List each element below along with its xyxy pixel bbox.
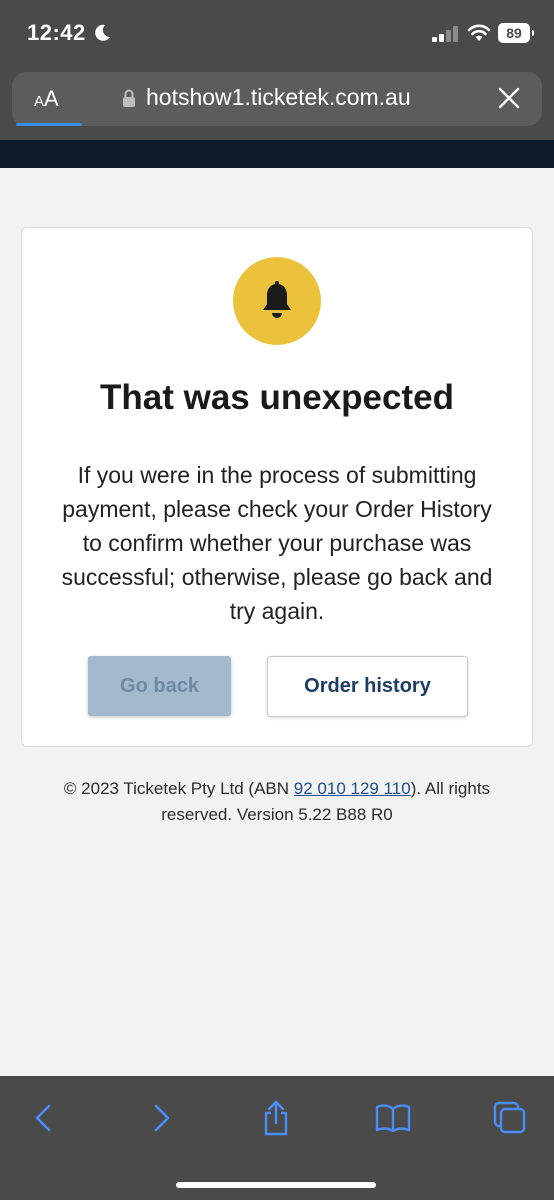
lock-icon: [123, 89, 135, 107]
bell-badge: [233, 257, 321, 345]
back-icon: [35, 1104, 51, 1132]
page-content: That was unexpected If you were in the p…: [0, 168, 554, 1076]
battery-indicator: 89: [498, 23, 534, 43]
url-text[interactable]: hotshow1.ticketek.com.au: [146, 84, 411, 111]
back-button[interactable]: [25, 1100, 61, 1136]
abn-link[interactable]: 92 010 129 110: [294, 779, 411, 798]
close-icon[interactable]: [498, 87, 520, 109]
error-card: That was unexpected If you were in the p…: [21, 227, 533, 747]
dialog-message: If you were in the process of submitting…: [61, 462, 493, 624]
order-history-button[interactable]: Order history: [267, 656, 468, 717]
page-load-progress: [16, 123, 82, 126]
browser-top-chrome: 12:42 89 AA hotshow1.ticketek.com.au: [0, 0, 554, 140]
bookmarks-button[interactable]: [375, 1100, 411, 1136]
status-bar: 12:42 89: [0, 0, 554, 70]
wifi-icon: [467, 24, 491, 41]
url-bar[interactable]: AA hotshow1.ticketek.com.au: [12, 72, 542, 126]
bookmarks-icon: [375, 1104, 411, 1133]
footer-copyright: © 2023 Ticketek Pty Ltd (ABN 92 010 129 …: [30, 776, 524, 828]
forward-icon: [154, 1104, 170, 1132]
tabs-button[interactable]: [492, 1100, 528, 1136]
share-button[interactable]: [258, 1100, 294, 1136]
moon-icon: [95, 24, 110, 41]
tabs-icon: [493, 1101, 526, 1134]
signal-icon: [432, 26, 458, 42]
screen: 12:42 89 AA hotshow1.ticketek.com.au Tha…: [0, 0, 554, 1200]
status-time: 12:42: [27, 20, 86, 45]
dialog-title: That was unexpected: [100, 378, 454, 417]
go-back-button[interactable]: Go back: [88, 656, 231, 716]
reader-aa-button[interactable]: AA: [34, 86, 59, 112]
bell-icon: [263, 281, 291, 318]
forward-button[interactable]: [144, 1100, 180, 1136]
home-indicator[interactable]: [176, 1182, 376, 1188]
footer-prefix: © 2023 Ticketek Pty Ltd (ABN: [63, 779, 294, 798]
site-header-bar: [0, 140, 554, 168]
share-icon: [264, 1100, 288, 1136]
